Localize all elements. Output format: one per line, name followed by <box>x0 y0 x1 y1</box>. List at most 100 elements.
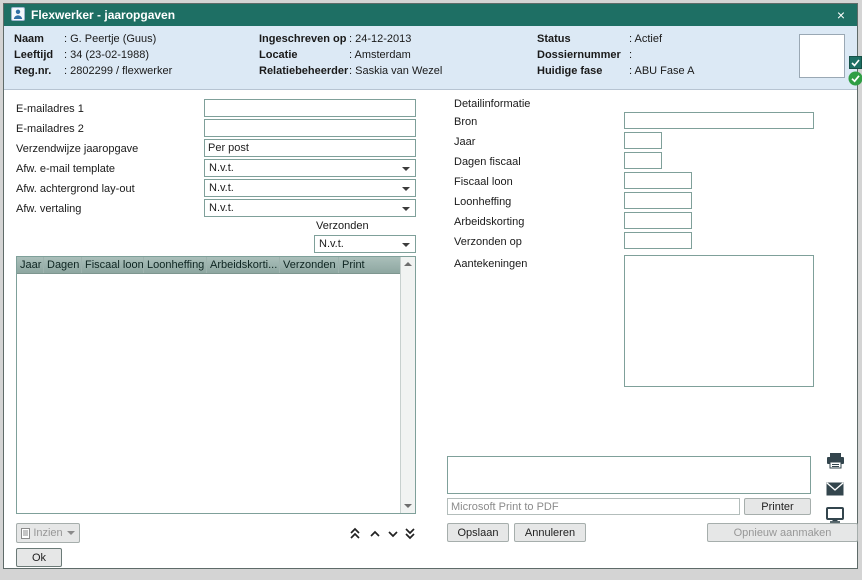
status-ok-icon <box>848 71 862 86</box>
jaaropgaven-table-header: Jaar Dagen Fiscaal loon Loonheffing Arbe… <box>17 257 415 274</box>
info-label: Locatie <box>259 49 349 61</box>
opslaan-label: Opslaan <box>458 527 499 539</box>
info-label: Dossiernummer <box>537 49 629 61</box>
fiscaal-loon-input[interactable] <box>624 172 692 189</box>
jaar-label: Jaar <box>454 136 475 150</box>
info-row-ingeschreven: Ingeschreven op: 24-12-2013 <box>259 33 411 48</box>
loonheffing-label: Loonheffing <box>454 196 511 210</box>
info-label: Reg.nr. <box>14 65 64 77</box>
col-jaar[interactable]: Jaar <box>17 257 44 273</box>
verzonden-filter-label: Verzonden <box>316 220 369 234</box>
flexwerker-jaaropgaven-window: Flexwerker - jaaropgaven × Naam: G. Peer… <box>3 3 858 569</box>
opnieuw-aanmaken-button[interactable]: Opnieuw aanmaken <box>707 523 858 542</box>
vertaling-label: Afw. vertaling <box>16 203 81 217</box>
info-row-regnr: Reg.nr.: 2802299 / flexwerker <box>14 65 172 80</box>
titlebar: Flexwerker - jaaropgaven × <box>4 4 857 26</box>
vertaling-select[interactable]: N.v.t. <box>204 199 416 217</box>
achtergrond-layout-select[interactable]: N.v.t. <box>204 179 416 197</box>
col-print[interactable]: Print <box>339 257 400 273</box>
info-value: : <box>629 49 632 61</box>
col-arbeidskorting[interactable]: Arbeidskorti... <box>207 257 280 273</box>
printer-select-button[interactable]: Printer <box>744 498 811 515</box>
jaaropgaven-table: Jaar Dagen Fiscaal loon Loonheffing Arbe… <box>16 256 416 514</box>
chevron-down-nav-icon[interactable] <box>386 525 400 541</box>
document-icon <box>21 528 30 539</box>
arbeidskorting-label: Arbeidskorting <box>454 216 524 230</box>
info-value: : 24-12-2013 <box>349 33 411 45</box>
achtergrond-layout-label: Afw. achtergrond lay-out <box>16 183 135 197</box>
bron-input[interactable] <box>624 112 814 129</box>
info-row-status: Status: Actief <box>537 33 662 48</box>
email1-input[interactable] <box>204 99 416 117</box>
jaar-input[interactable] <box>624 132 662 149</box>
fiscaal-loon-label: Fiscaal loon <box>454 176 513 190</box>
aantekeningen-label: Aantekeningen <box>454 258 527 272</box>
col-dagen[interactable]: Dagen <box>44 257 82 273</box>
header-checkbox[interactable] <box>849 56 862 69</box>
arbeidskorting-input[interactable] <box>624 212 692 229</box>
printer-name-input[interactable] <box>447 498 740 515</box>
opnieuw-aanmaken-label: Opnieuw aanmaken <box>734 527 832 539</box>
scroll-down-icon[interactable] <box>404 504 412 508</box>
verzendwijze-label: Verzendwijze jaaropgave <box>16 143 138 157</box>
screen-preview-icon[interactable] <box>824 506 846 524</box>
annuleren-button[interactable]: Annuleren <box>514 523 586 542</box>
info-row-huidige-fase: Huidige fase: ABU Fase A <box>537 65 694 80</box>
verzonden-filter-select[interactable]: N.v.t. <box>314 235 416 253</box>
info-row-relatiebeheerder: Relatiebeheerder: Saskia van Wezel <box>259 65 442 80</box>
achtergrond-layout-value: N.v.t. <box>209 182 234 194</box>
info-value: : Amsterdam <box>349 49 411 61</box>
col-verzonden[interactable]: Verzonden <box>280 257 339 273</box>
email-envelope-icon[interactable] <box>824 480 846 498</box>
aantekeningen-textarea[interactable] <box>624 255 814 387</box>
col-fiscaal-loon[interactable]: Fiscaal loon <box>82 257 144 273</box>
info-label: Leeftijd <box>14 49 64 61</box>
dagen-fiscaal-input[interactable] <box>624 152 662 169</box>
inzien-label: Inzien <box>33 527 62 539</box>
info-value: : G. Peertje (Guus) <box>64 33 156 45</box>
info-row-leeftijd: Leeftijd: 34 (23-02-1988) <box>14 49 149 64</box>
jaaropgaven-table-body[interactable] <box>17 274 400 513</box>
flexworker-info-header: Naam: G. Peertje (Guus) Leeftijd: 34 (23… <box>4 26 857 90</box>
email-template-select[interactable]: N.v.t. <box>204 159 416 177</box>
info-value: : Saskia van Wezel <box>349 65 442 77</box>
table-scrollbar[interactable] <box>400 257 415 513</box>
double-chevron-down-icon[interactable] <box>403 525 417 541</box>
info-value: : 34 (23-02-1988) <box>64 49 149 61</box>
close-icon[interactable]: × <box>832 6 850 24</box>
double-chevron-up-icon[interactable] <box>348 525 362 541</box>
opslaan-button[interactable]: Opslaan <box>447 523 509 542</box>
vertaling-value: N.v.t. <box>209 202 234 214</box>
info-label: Huidige fase <box>537 65 629 77</box>
chevron-down-icon <box>67 531 75 539</box>
printer-icon[interactable] <box>824 451 846 471</box>
info-value: : 2802299 / flexwerker <box>64 65 172 77</box>
email2-input[interactable] <box>204 119 416 137</box>
verzonden-filter-value: N.v.t. <box>319 238 344 250</box>
app-icon <box>11 7 25 24</box>
info-label: Relatiebeheerder <box>259 65 349 77</box>
detail-section-title: Detailinformatie <box>454 98 530 110</box>
verzonden-op-input[interactable] <box>624 232 692 249</box>
annuleren-label: Annuleren <box>525 527 575 539</box>
email-template-label: Afw. e-mail template <box>16 163 115 177</box>
loonheffing-input[interactable] <box>624 192 692 209</box>
info-label: Status <box>537 33 629 45</box>
print-document-field[interactable] <box>447 456 811 494</box>
window-title: Flexwerker - jaaropgaven <box>31 8 826 22</box>
email1-label: E-mailadres 1 <box>16 103 84 117</box>
info-row-naam: Naam: G. Peertje (Guus) <box>14 33 156 48</box>
scroll-up-icon[interactable] <box>404 262 412 266</box>
col-loonheffing[interactable]: Loonheffing <box>144 257 207 273</box>
verzonden-op-label: Verzonden op <box>454 236 522 250</box>
printer-button-label: Printer <box>761 501 793 513</box>
ok-label: Ok <box>32 552 46 564</box>
chevron-up-icon[interactable] <box>368 525 382 541</box>
verzendwijze-input[interactable] <box>204 139 416 157</box>
photo-placeholder <box>799 34 845 78</box>
info-label: Ingeschreven op <box>259 33 349 45</box>
inzien-button[interactable]: Inzien <box>16 523 80 543</box>
info-value: : Actief <box>629 33 662 45</box>
info-label: Naam <box>14 33 64 45</box>
ok-button[interactable]: Ok <box>16 548 62 567</box>
